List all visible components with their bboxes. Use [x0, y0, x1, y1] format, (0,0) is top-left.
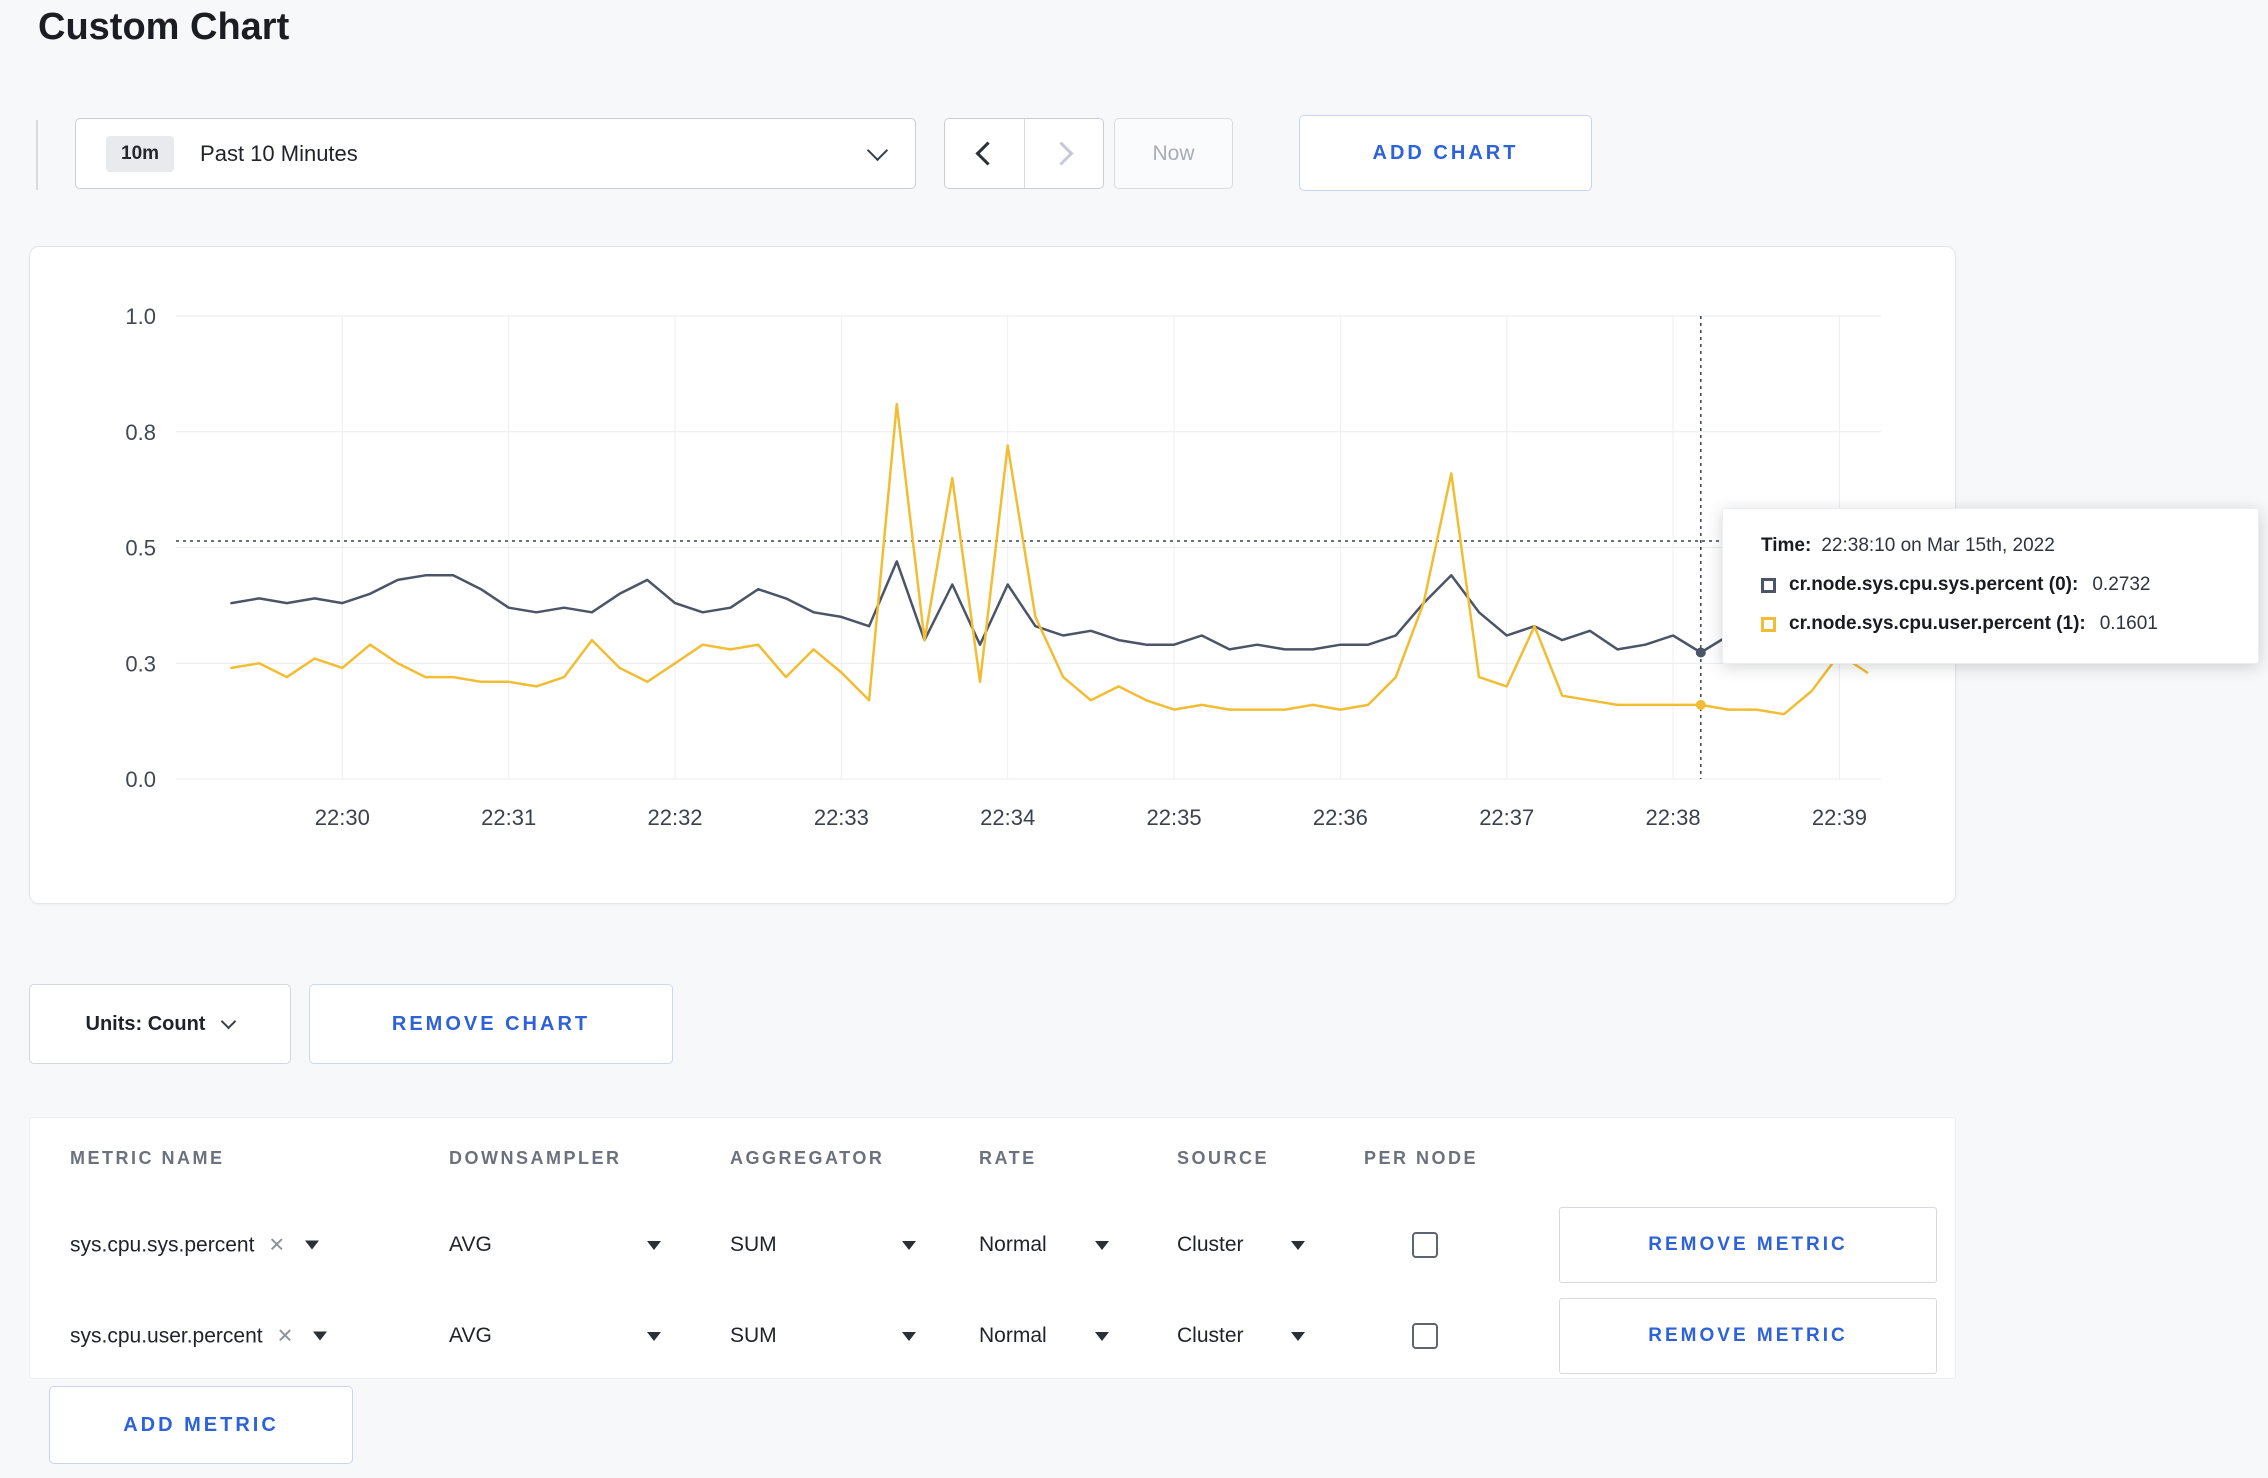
metrics-table: METRIC NAME DOWNSAMPLER AGGREGATOR RATE …: [29, 1117, 1956, 1379]
page-title: Custom Chart: [38, 6, 290, 48]
column-header-rate: RATE: [979, 1148, 1037, 1168]
caret-down-icon: [1095, 1331, 1109, 1341]
custom-chart-page: Custom Chart 10m Past 10 Minutes Now ADD…: [0, 0, 2268, 1478]
x-axis-tick-label: 22:37: [1479, 805, 1534, 830]
source-select[interactable]: Cluster: [1177, 1233, 1305, 1257]
y-axis-tick-label: 0.5: [125, 536, 156, 561]
chevron-down-icon: [866, 139, 889, 162]
tooltip-series-name: cr.node.sys.cpu.sys.percent (0):: [1789, 574, 2079, 595]
downsampler-select[interactable]: AVG: [449, 1324, 661, 1348]
remove-metric-button[interactable]: REMOVE METRIC: [1559, 1298, 1937, 1374]
tooltip-series-name: cr.node.sys.cpu.user.percent (1):: [1789, 613, 2086, 634]
clear-metric-icon[interactable]: ✕: [268, 1233, 285, 1258]
downsampler-value: AVG: [449, 1233, 492, 1256]
remove-chart-button[interactable]: REMOVE CHART: [309, 984, 673, 1064]
y-axis-tick-label: 0.3: [125, 651, 156, 676]
metric-row: sys.cpu.user.percent ✕ AVG SUM Normal Cl…: [30, 1291, 1955, 1381]
clear-metric-icon[interactable]: ✕: [277, 1324, 294, 1349]
caret-down-icon: [647, 1331, 661, 1341]
tooltip-series-value: 0.2732: [2092, 574, 2151, 595]
metric-name-select[interactable]: sys.cpu.user.percent ✕: [70, 1324, 328, 1349]
y-axis-tick-label: 1.0: [125, 304, 156, 329]
rate-value: Normal: [979, 1233, 1047, 1256]
toolbar-divider: [36, 120, 38, 190]
time-range-label: Past 10 Minutes: [200, 140, 358, 166]
time-pager: [944, 118, 1104, 189]
tooltip-series-value: 0.1601: [2099, 613, 2158, 634]
series-sys-swatch-icon: [1761, 577, 1776, 593]
chevron-right-icon: [1048, 141, 1074, 166]
rate-value: Normal: [979, 1324, 1047, 1347]
add-metric-button[interactable]: ADD METRIC: [49, 1386, 353, 1464]
downsampler-select[interactable]: AVG: [449, 1233, 661, 1257]
caret-down-icon: [1291, 1240, 1305, 1250]
x-axis-tick-label: 22:33: [814, 805, 869, 830]
rate-select[interactable]: Normal: [979, 1233, 1109, 1257]
series-line-0: [230, 560, 1869, 654]
source-select[interactable]: Cluster: [1177, 1324, 1305, 1348]
aggregator-value: SUM: [730, 1324, 777, 1347]
per-node-checkbox[interactable]: [1412, 1232, 1438, 1258]
crosshair-marker: [1695, 647, 1706, 658]
caret-down-icon: [305, 1240, 320, 1250]
time-range-dropdown[interactable]: 10m Past 10 Minutes: [75, 118, 916, 189]
x-axis-tick-label: 22:31: [481, 805, 536, 830]
add-chart-button[interactable]: ADD CHART: [1299, 115, 1592, 191]
x-axis-tick-label: 22:38: [1646, 805, 1701, 830]
tooltip-time-label: Time:: [1761, 535, 1812, 556]
column-header-per-node: PER NODE: [1364, 1148, 1479, 1168]
prev-time-button[interactable]: [945, 119, 1024, 188]
caret-down-icon: [1095, 1240, 1109, 1250]
metric-name-select[interactable]: sys.cpu.sys.percent ✕: [70, 1233, 320, 1258]
x-axis-tick-label: 22:32: [647, 805, 702, 830]
tooltip-series-row-sys: cr.node.sys.cpu.sys.percent (0): 0.2732: [1761, 574, 2230, 596]
series-line-1: [230, 402, 1869, 716]
downsampler-value: AVG: [449, 1324, 492, 1347]
tooltip-time-value: 22:38:10 on Mar 15th, 2022: [1821, 535, 2055, 556]
source-value: Cluster: [1177, 1233, 1244, 1256]
y-axis-tick-label: 0.0: [125, 767, 156, 792]
units-label: Units: Count: [85, 1012, 206, 1035]
chart-tooltip: Time: 22:38:10 on Mar 15th, 2022 cr.node.…: [1722, 508, 2259, 664]
remove-metric-button[interactable]: REMOVE METRIC: [1559, 1207, 1937, 1283]
chart-panel: 0.0 0.3 0.5 0.8 1.0 22:30 22:31 22:32 22:33 22:34…: [29, 246, 1956, 904]
source-value: Cluster: [1177, 1324, 1244, 1347]
x-axis-tick-label: 22:30: [315, 805, 370, 830]
x-axis-tick-label: 22:34: [980, 805, 1035, 830]
crosshair-marker: [1695, 699, 1706, 710]
per-node-checkbox[interactable]: [1412, 1323, 1438, 1349]
x-axis-tick-label: 22:35: [1147, 805, 1202, 830]
x-axis-tick-label: 22:39: [1812, 805, 1867, 830]
metric-name-value: sys.cpu.sys.percent: [70, 1233, 255, 1256]
rate-select[interactable]: Normal: [979, 1324, 1109, 1348]
aggregator-value: SUM: [730, 1233, 777, 1256]
now-button[interactable]: Now: [1114, 118, 1233, 189]
column-header-source: SOURCE: [1177, 1148, 1270, 1168]
caret-down-icon: [1291, 1331, 1305, 1341]
caret-down-icon: [902, 1240, 916, 1250]
y-axis-tick-label: 0.8: [125, 420, 156, 445]
next-time-button[interactable]: [1024, 119, 1103, 188]
caret-down-icon: [647, 1240, 661, 1250]
column-header-downsampler: DOWNSAMPLER: [449, 1148, 622, 1168]
tooltip-series-row-user: cr.node.sys.cpu.user.percent (1): 0.1601: [1761, 613, 2230, 635]
aggregator-select[interactable]: SUM: [730, 1324, 916, 1348]
chevron-left-icon: [975, 141, 1000, 166]
chevron-down-icon: [221, 1013, 237, 1030]
metric-name-value: sys.cpu.user.percent: [70, 1324, 263, 1347]
chart-canvas[interactable]: 0.0 0.3 0.5 0.8 1.0 22:30 22:31 22:32 22:33 22:34…: [30, 247, 1957, 905]
units-dropdown[interactable]: Units: Count: [29, 984, 291, 1064]
series-user-swatch-icon: [1761, 616, 1776, 632]
aggregator-select[interactable]: SUM: [730, 1233, 916, 1257]
caret-down-icon: [902, 1331, 916, 1341]
x-axis-tick-label: 22:36: [1313, 805, 1368, 830]
time-range-badge: 10m: [106, 135, 175, 172]
column-header-aggregator: AGGREGATOR: [730, 1148, 885, 1168]
caret-down-icon: [313, 1331, 328, 1341]
tooltip-time-row: Time: 22:38:10 on Mar 15th, 2022: [1761, 535, 2230, 557]
column-header-metric-name: METRIC NAME: [70, 1148, 225, 1168]
metric-row: sys.cpu.sys.percent ✕ AVG SUM Normal Clu…: [30, 1200, 1955, 1290]
